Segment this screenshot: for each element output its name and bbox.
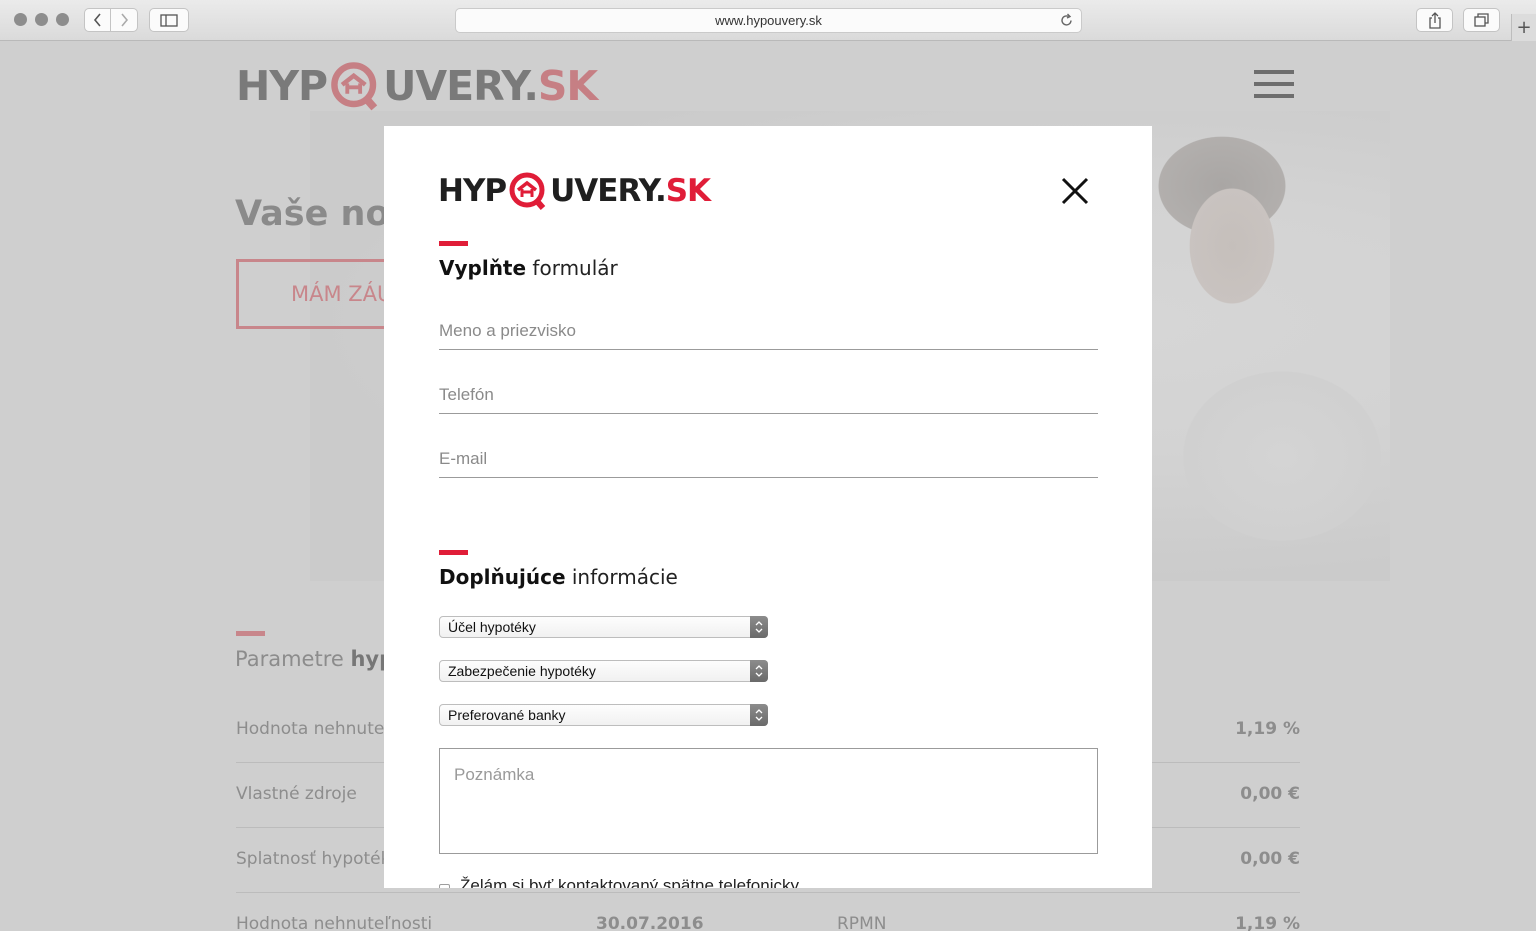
logo-text-left: HYP (236, 62, 328, 110)
logo-text-right: UVERY. (383, 62, 539, 110)
email-field[interactable] (439, 428, 1098, 478)
section-title-additional-rest: informácie (565, 565, 678, 589)
site-logo[interactable]: HYP UVERY. SK (236, 59, 598, 113)
contact-form-modal: HYP UVERY.SK Vyplňte formulár Doplňujúce… (384, 126, 1152, 888)
select-stepper-icon (750, 704, 768, 726)
forward-button[interactable] (111, 8, 138, 32)
sidebar-icon (160, 13, 178, 27)
row-metric-last: RPMN (837, 914, 887, 931)
logo-text-suffix: SK (537, 62, 598, 110)
section-accent-bar (439, 241, 468, 246)
callback-label: Želám si byť kontaktovaný spätne telefon… (460, 876, 799, 888)
select-value: Zabezpečenie hypotéky (448, 663, 596, 679)
sidebar-toggle-button[interactable] (149, 8, 189, 32)
row-value-own-funds: 0,00 € (1240, 784, 1300, 804)
select-value: Preferované banky (448, 707, 566, 723)
logo-house-q-icon (509, 172, 546, 210)
hamburger-menu-icon[interactable] (1254, 70, 1294, 98)
section-accent-bar (439, 550, 468, 555)
callback-checkbox[interactable] (439, 883, 450, 888)
tabs-icon (1474, 13, 1489, 27)
address-bar[interactable]: www.hypouvery.sk (455, 8, 1082, 33)
section-title-additional-bold: Doplňujúce (439, 565, 566, 589)
plus-icon: + (1516, 17, 1532, 38)
logo-text-suffix: SK (665, 173, 711, 209)
phone-field[interactable] (439, 364, 1098, 414)
show-tabs-button[interactable] (1463, 8, 1500, 32)
row-value-maturity: 0,00 € (1240, 849, 1300, 869)
url-text: www.hypouvery.sk (715, 13, 822, 28)
row-date-last: 30.07.2016 (596, 914, 704, 931)
row-label-last: Hodnota nehnuteľnosti (236, 914, 433, 931)
section-title-additional: Doplňujúce informácie (439, 565, 678, 589)
logo-text-right: UVERY. (550, 173, 667, 209)
new-tab-button[interactable]: + (1511, 14, 1536, 41)
hero-photo (1152, 126, 1382, 581)
reload-icon[interactable] (1058, 12, 1075, 29)
params-title-plain: Parametre (235, 647, 351, 671)
mortgage-purpose-select[interactable]: Účel hypotéky (439, 616, 768, 638)
row-divider (236, 892, 1300, 893)
section-accent-bar (236, 631, 265, 636)
select-value: Účel hypotéky (448, 619, 536, 635)
row-label-own-funds: Vlastné zdroje (236, 784, 357, 804)
row-value-last: 1,19 % (1235, 914, 1300, 931)
section-title-form-bold: Vyplňte (439, 256, 527, 280)
section-title-form-rest: formulár (526, 256, 618, 280)
logo-text-left: HYP (438, 173, 507, 209)
chevron-left-icon (93, 13, 101, 27)
close-window-button[interactable] (14, 13, 27, 26)
zoom-window-button[interactable] (56, 13, 69, 26)
section-title-form: Vyplňte formulár (439, 256, 618, 280)
row-value-property-value: 1,19 % (1235, 719, 1300, 739)
preferred-banks-select[interactable]: Preferované banky (439, 704, 768, 726)
note-textarea[interactable] (439, 748, 1098, 854)
callback-checkbox-row[interactable]: Želám si byť kontaktovaný spätne telefon… (439, 876, 799, 888)
mortgage-security-select[interactable]: Zabezpečenie hypotéky (439, 660, 768, 682)
select-stepper-icon (750, 616, 768, 638)
select-stepper-icon (750, 660, 768, 682)
share-icon (1428, 11, 1441, 29)
logo-house-q-icon (331, 62, 378, 111)
cta-label: MÁM ZÁU (291, 282, 393, 306)
modal-logo: HYP UVERY. SK (438, 170, 711, 212)
row-label-maturity: Splatnosť hypotéky (236, 849, 400, 869)
share-button[interactable] (1416, 8, 1453, 32)
close-icon[interactable] (1058, 174, 1092, 208)
chevron-right-icon (121, 13, 129, 27)
params-title: Parametre hyp (235, 647, 394, 671)
name-field[interactable] (439, 300, 1098, 350)
back-button[interactable] (84, 8, 111, 32)
minimize-window-button[interactable] (35, 13, 48, 26)
browser-toolbar: www.hypouvery.sk + (0, 0, 1536, 41)
row-label-property-value: Hodnota nehnuteľn (236, 719, 402, 739)
